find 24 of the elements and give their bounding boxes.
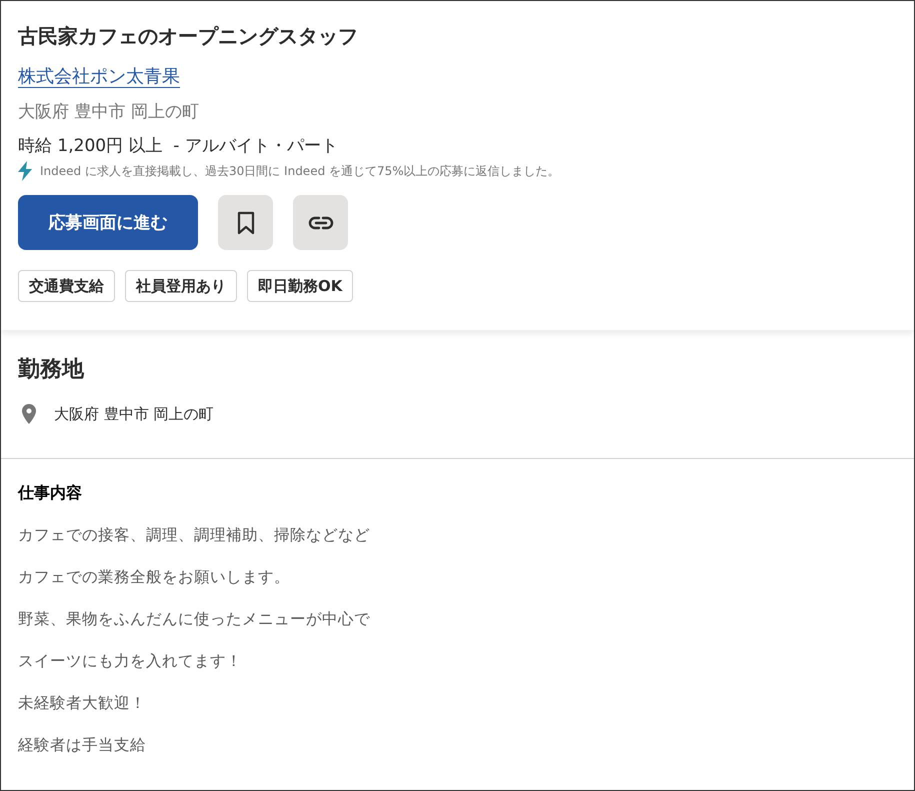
- description-text: スイーツにも力を入れてます！: [18, 651, 243, 672]
- bookmark-icon: [236, 210, 254, 234]
- location-pin-icon: [22, 404, 36, 424]
- description-text: 野菜、果物をふんだんに使ったメニューが中心で: [18, 609, 371, 630]
- section-heading: 勤務地: [18, 356, 86, 384]
- company-link[interactable]: 株式会社ポン太青果: [18, 63, 180, 91]
- job-title: 古民家カフェのオープニングスタッフ: [18, 23, 359, 50]
- description-text: 経験者は手当支給: [18, 735, 147, 756]
- description-text: カフェでの接客、調理、調理補助、掃除などなど: [18, 525, 371, 546]
- benefit-tag: 社員登用あり: [125, 270, 237, 302]
- job-location: 大阪府 豊中市 岡上の町: [18, 101, 200, 124]
- apply-button[interactable]: 応募画面に進む: [18, 195, 198, 250]
- address-text: 大阪府 豊中市 岡上の町: [54, 404, 214, 424]
- link-icon: [308, 216, 334, 230]
- benefit-tag: 即日勤務OK: [247, 270, 354, 302]
- link-button[interactable]: [293, 195, 348, 250]
- description-text: カフェでの業務全般をお願いします。: [18, 567, 291, 588]
- description-text: 未経験者大歓迎！: [18, 693, 147, 714]
- responsive-employer-note: Indeed に求人を直接掲載し、過去30日間に Indeed を通じて75%以上の応募に返信しました。: [40, 163, 560, 180]
- salary-text: 時給 1,200円 以上 - アルバイト・パート: [18, 135, 339, 158]
- bookmark-button[interactable]: [218, 195, 273, 250]
- benefit-tag: 交通費支給: [18, 270, 115, 302]
- lightning-icon: [18, 161, 32, 181]
- subsection-heading: 仕事内容: [18, 482, 83, 504]
